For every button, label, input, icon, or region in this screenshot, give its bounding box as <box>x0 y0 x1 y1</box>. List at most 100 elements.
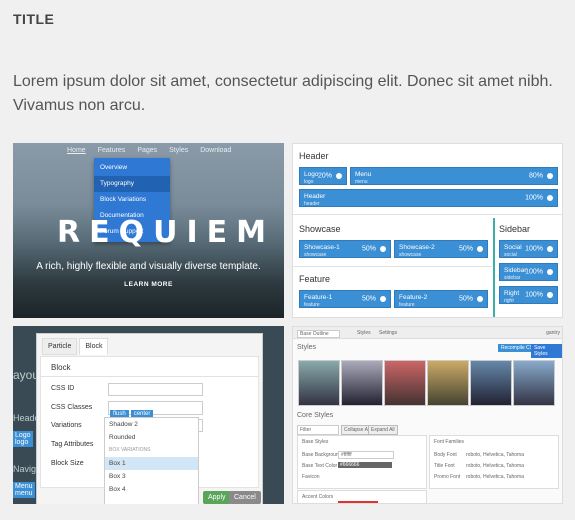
feature-section-label: Feature <box>299 274 331 284</box>
dropdown-block-variations[interactable]: Block Variations <box>94 192 170 208</box>
style-preset-thumb[interactable] <box>298 360 340 406</box>
layout-manager-tile[interactable]: Header Logo logo 20% Menu menu 80% Header h… <box>292 143 563 318</box>
hero-tagline: A rich, highly flexible and visually div… <box>36 261 261 272</box>
core-styles-heading: Core Styles <box>297 412 334 419</box>
bg-label: Navig <box>13 464 37 474</box>
style-preset-thumb[interactable] <box>384 360 426 406</box>
hero-title: REQUIEM <box>57 215 275 250</box>
title-font-label: Title Font <box>434 463 455 469</box>
base-styles-label: Base Styles <box>302 439 329 445</box>
settings-icon <box>547 269 553 275</box>
showcase-1-block[interactable]: Showcase-1 showcase 50% <box>299 240 391 258</box>
header-section-label: Header <box>299 151 329 161</box>
bg-logo: Logo logo <box>13 431 33 447</box>
page-title: TITLE <box>13 11 55 27</box>
divider <box>293 266 492 267</box>
cancel-button[interactable]: Cancel <box>229 491 261 504</box>
brand-logo: gantry <box>546 330 560 336</box>
header-block[interactable]: Header header 100% <box>299 189 558 207</box>
panel-heading: Block <box>51 363 71 372</box>
feature-2-block[interactable]: Feature-2 feature 50% <box>394 290 488 308</box>
css-classes-input[interactable]: flush center <box>108 401 203 418</box>
nav-download[interactable]: Download <box>200 147 231 154</box>
settings-icon <box>380 296 386 302</box>
outline-select[interactable]: Base Outline <box>297 330 340 338</box>
option-group-label: BOX VARIATIONS <box>109 447 151 453</box>
settings-icon <box>477 246 483 252</box>
base-text-label: Base Text Color <box>302 463 338 469</box>
option-box-3[interactable]: Box 3 <box>105 470 198 483</box>
tag-attributes-label: Tag Attributes <box>51 441 94 448</box>
sidebar-section-label: Sidebar <box>499 224 531 234</box>
settings-icon <box>547 292 553 298</box>
css-id-input[interactable] <box>108 383 203 396</box>
tab-styles[interactable]: Styles <box>357 330 371 336</box>
lead-paragraph: Lorem ipsum dolor sit amet, consectetur … <box>13 73 553 114</box>
dropdown-typography[interactable]: Typography <box>94 176 170 192</box>
style-preset-thumb[interactable] <box>513 360 555 406</box>
divider <box>293 214 562 215</box>
favicon-label: Favicon <box>302 474 320 480</box>
block-settings-modal: Particle Block Block CSS ID CSS Classes … <box>36 333 263 504</box>
base-background-label: Base Background <box>302 452 342 458</box>
css-id-label: CSS ID <box>51 385 75 392</box>
logo-block[interactable]: Logo logo 20% <box>299 167 347 185</box>
nav-styles[interactable]: Styles <box>169 147 188 154</box>
tab-block[interactable]: Block <box>79 338 109 355</box>
hero-nav: Home Features Pages Styles Download <box>67 147 231 154</box>
apply-button[interactable]: Apply <box>203 491 231 504</box>
body-font-label: Body Font <box>434 452 457 458</box>
accent-colors-panel: Accent Colors <box>297 490 427 503</box>
feature-1-block[interactable]: Feature-1 feature 50% <box>299 290 391 308</box>
learn-more-link[interactable]: LEARN MORE <box>13 281 284 288</box>
base-background-input[interactable]: #ffffff <box>338 451 394 459</box>
style-preset-thumb[interactable] <box>427 360 469 406</box>
css-classes-label: CSS Classes <box>51 404 93 411</box>
nav-home[interactable]: Home <box>67 147 86 154</box>
title-font-value[interactable]: roboto, Helvetica, Tahoma <box>466 463 524 469</box>
bg-menu: Menu menu <box>13 482 35 498</box>
option-rounded[interactable]: Rounded <box>105 431 198 444</box>
hero-preview-tile[interactable]: Home Features Pages Styles Download Over… <box>13 143 284 318</box>
block-settings-tile[interactable]: ayou Heade Logo logo Navig Menu menu Parti… <box>13 326 284 504</box>
tab-particle[interactable]: Particle <box>42 338 78 355</box>
menu-block[interactable]: Menu menu 80% <box>350 167 558 185</box>
body-font-value[interactable]: roboto, Helvetica, Tahoma <box>466 452 524 458</box>
social-block[interactable]: Social social 100% <box>499 240 558 258</box>
styles-topbar: Base Outline Styles Settings gantry <box>293 327 562 339</box>
promo-font-value[interactable]: roboto, Helvetica, Tahoma <box>466 474 524 480</box>
right-block[interactable]: Right right 100% <box>499 286 558 304</box>
accent-swatch[interactable] <box>338 501 378 503</box>
style-preset-thumb[interactable] <box>341 360 383 406</box>
promo-font-label: Promo Font <box>434 474 461 480</box>
nav-pages[interactable]: Pages <box>137 147 157 154</box>
showcase-section-label: Showcase <box>299 224 341 234</box>
accent-colors-label: Accent Colors <box>302 494 334 500</box>
base-text-input[interactable]: #666666 <box>338 462 392 468</box>
sidebar-block[interactable]: Sidebar sidebar 100% <box>499 263 558 281</box>
block-size-label: Block Size <box>51 460 84 467</box>
option-box-4[interactable]: Box 4 <box>105 483 198 496</box>
option-shadow-2[interactable]: Shadow 2 <box>105 418 198 431</box>
save-styles-button[interactable]: Save Styles <box>531 344 562 358</box>
expand-all-button[interactable]: Expand All <box>368 425 398 435</box>
base-styles-panel: Base Styles Base Background #ffffff Base… <box>297 435 427 489</box>
settings-icon <box>547 173 553 179</box>
showcase-2-block[interactable]: Showcase-2 showcase 50% <box>394 240 488 258</box>
styles-heading: Styles <box>297 344 317 351</box>
font-families-panel: Font Families Body Font roboto, Helvetic… <box>429 435 559 489</box>
sidebar-divider <box>493 218 495 317</box>
variations-dropdown-list: Shadow 2 Rounded BOX VARIATIONS Box 1 Bo… <box>104 417 199 504</box>
settings-icon <box>477 296 483 302</box>
dropdown-overview[interactable]: Overview <box>94 160 170 176</box>
filter-input[interactable]: Filter <box>297 425 339 435</box>
tab-settings[interactable]: Settings <box>379 330 397 336</box>
style-preset-thumb[interactable] <box>470 360 512 406</box>
styles-panel-tile[interactable]: Base Outline Styles Settings gantry Styl… <box>292 326 563 504</box>
settings-icon <box>547 246 553 252</box>
modal-tabs: Particle Block <box>42 338 110 355</box>
font-families-label: Font Families <box>434 439 465 445</box>
settings-icon <box>547 195 553 201</box>
nav-features[interactable]: Features <box>98 147 126 154</box>
option-box-1[interactable]: Box 1 <box>105 457 198 470</box>
